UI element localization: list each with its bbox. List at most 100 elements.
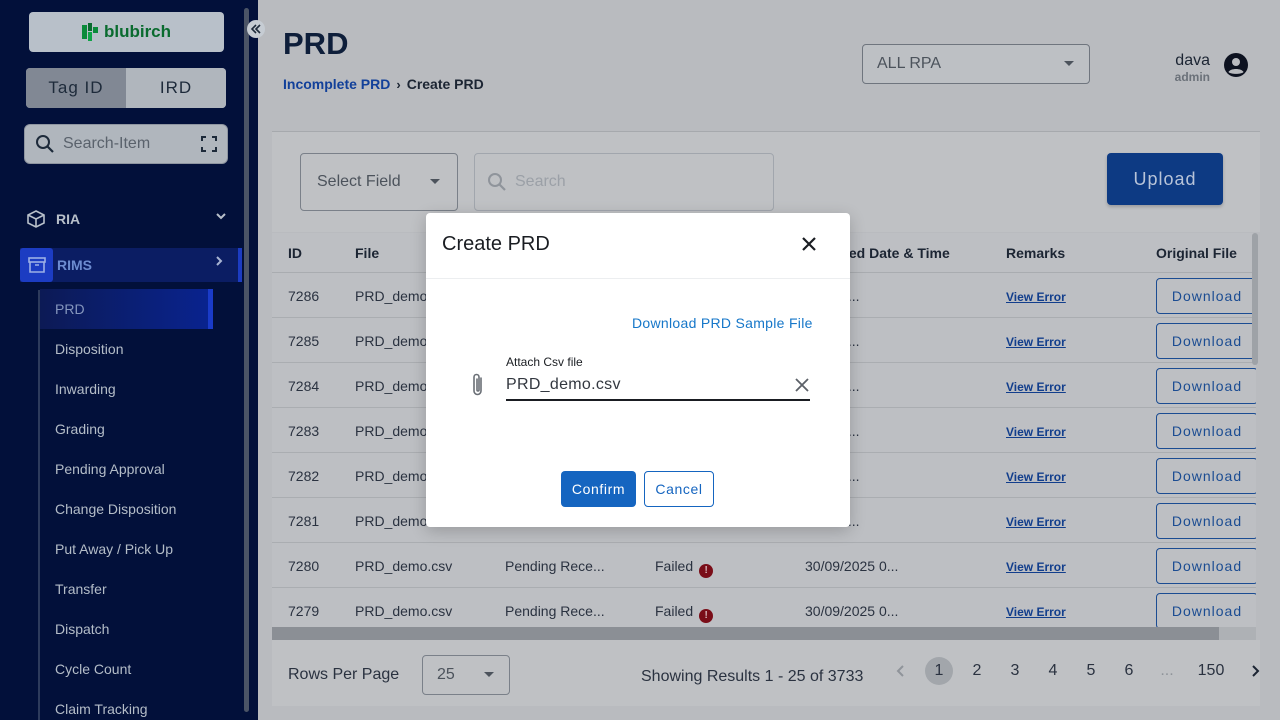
nav-group-rims[interactable]: RIMS	[20, 248, 242, 282]
download-button[interactable]: Download	[1156, 368, 1256, 404]
results-summary: Showing Results 1 - 25 of 3733	[641, 668, 864, 685]
paperclip-icon[interactable]	[468, 371, 488, 399]
prev-page-button[interactable]	[887, 657, 915, 685]
sidebar-item-dispatch[interactable]: Dispatch	[40, 609, 240, 649]
page-ellipsis: ...	[1160, 662, 1174, 679]
sidebar-item-transfer[interactable]: Transfer	[40, 569, 240, 609]
sidebar-scrollbar[interactable]	[244, 8, 249, 712]
sidebar-item-put-away[interactable]: Put Away / Pick Up	[40, 529, 240, 569]
page-button-2[interactable]: 2	[963, 657, 991, 685]
confirm-button[interactable]: Confirm	[561, 471, 636, 507]
page-button-3[interactable]: 3	[1001, 657, 1029, 685]
page-button-5[interactable]: 5	[1077, 657, 1105, 685]
sidebar-item-pending-approval[interactable]: Pending Approval	[40, 449, 240, 489]
view-error-link[interactable]: View Error	[1006, 470, 1066, 484]
download-button[interactable]: Download	[1156, 323, 1256, 359]
download-sample-file-link[interactable]: Download PRD Sample File	[632, 315, 813, 331]
sidebar-item-prd[interactable]: PRD	[40, 289, 213, 329]
caret-down-icon	[430, 179, 440, 184]
cell-id: 7279	[288, 603, 320, 619]
cell-id: 7284	[288, 378, 320, 394]
page-button-6[interactable]: 6	[1115, 657, 1143, 685]
view-error-link[interactable]: View Error	[1006, 380, 1066, 394]
nav-group-ria[interactable]: RIA	[0, 199, 240, 239]
sidebar-item-disposition[interactable]: Disposition	[40, 329, 240, 369]
sidebar-item-cycle-count[interactable]: Cycle Count	[40, 649, 240, 689]
cell-file: PRD_demo.csv	[355, 603, 453, 619]
page-button-1[interactable]: 1	[925, 657, 953, 685]
user-info: dava admin	[1170, 52, 1210, 84]
table-row: 7279 PRD_demo.csv Pending Rece... Failed! 30…	[272, 588, 1256, 627]
error-icon: !	[699, 564, 714, 578]
dialog-title: Create PRD	[442, 233, 550, 255]
upload-button[interactable]: Upload	[1107, 153, 1223, 205]
toggle-ird[interactable]: IRD	[126, 68, 226, 108]
sidebar-item-claim-tracking[interactable]: Claim Tracking	[40, 689, 240, 720]
cell-file: PRD_demo	[355, 513, 428, 529]
pagination-bar: Rows Per Page 25 Showing Results 1 - 25 …	[272, 640, 1260, 706]
account-circle-icon[interactable]	[1224, 53, 1248, 77]
column-header-id[interactable]: ID	[288, 245, 302, 261]
chevron-left-icon	[896, 665, 904, 677]
cell-file: PRD_demo.csv	[355, 558, 453, 574]
table-search-input[interactable]	[515, 173, 755, 191]
cell-file: PRD_demo	[355, 288, 428, 304]
sidebar-item-change-disposition[interactable]: Change Disposition	[40, 489, 240, 529]
scrollbar-thumb[interactable]	[272, 627, 1219, 640]
download-button[interactable]: Download	[1156, 548, 1256, 584]
close-dialog-button[interactable]	[796, 231, 822, 257]
dialog-divider	[426, 278, 850, 279]
scan-icon[interactable]	[201, 136, 217, 152]
view-error-link[interactable]: View Error	[1006, 515, 1066, 529]
rows-per-page-select[interactable]: 25	[422, 655, 510, 695]
subnav-list: PRD Disposition Inwarding Grading Pendin…	[40, 289, 240, 720]
page-button-last[interactable]: 150	[1191, 657, 1231, 685]
sidebar-search	[24, 124, 228, 164]
collapse-sidebar-button[interactable]	[247, 20, 265, 38]
breadcrumb-parent-link[interactable]: Incomplete PRD	[283, 76, 390, 92]
view-error-link[interactable]: View Error	[1006, 560, 1066, 574]
column-header-remarks[interactable]: Remarks	[1006, 245, 1065, 261]
column-header-file[interactable]: File	[355, 245, 379, 261]
view-error-link[interactable]: View Error	[1006, 290, 1066, 304]
breadcrumb: Incomplete PRD › Create PRD	[283, 76, 484, 92]
view-error-link[interactable]: View Error	[1006, 425, 1066, 439]
attach-csv-input[interactable]: PRD_demo.csv	[506, 371, 810, 401]
next-page-button[interactable]	[1241, 657, 1269, 685]
view-error-link[interactable]: View Error	[1006, 605, 1066, 619]
table-vertical-scrollbar[interactable]	[1252, 233, 1258, 365]
sidebar-search-input[interactable]	[63, 135, 183, 153]
page-button-4[interactable]: 4	[1039, 657, 1067, 685]
column-header-original-file[interactable]: Original File	[1156, 245, 1237, 261]
attached-file-name: PRD_demo.csv	[506, 376, 621, 393]
download-button[interactable]: Download	[1156, 278, 1256, 314]
cell-id: 7285	[288, 333, 320, 349]
cell-id: 7280	[288, 558, 320, 574]
view-error-link[interactable]: View Error	[1006, 335, 1066, 349]
cancel-button[interactable]: Cancel	[644, 471, 714, 507]
rpa-select[interactable]: ALL RPA	[862, 44, 1090, 84]
search-icon	[488, 173, 506, 191]
table-horizontal-scrollbar[interactable]	[272, 627, 1256, 640]
sidebar-item-grading[interactable]: Grading	[40, 409, 240, 449]
clear-icon[interactable]	[794, 377, 810, 393]
rows-per-page-value: 25	[437, 666, 455, 683]
column-header-date[interactable]: led Date & Time	[845, 245, 950, 261]
nav-group-label: RIA	[56, 211, 81, 227]
chevron-down-icon	[216, 213, 226, 220]
brand-logo[interactable]: blubirch	[29, 12, 224, 52]
toggle-tag-id[interactable]: Tag ID	[26, 68, 126, 108]
download-button[interactable]: Download	[1156, 458, 1256, 494]
download-button[interactable]: Download	[1156, 593, 1256, 627]
download-button[interactable]: Download	[1156, 413, 1256, 449]
caret-down-icon	[1064, 61, 1074, 66]
table-search	[474, 153, 774, 211]
rows-per-page-label: Rows Per Page	[288, 666, 400, 683]
archive-icon	[27, 257, 46, 273]
search-icon	[36, 135, 54, 153]
sidebar-item-inwarding[interactable]: Inwarding	[40, 369, 240, 409]
sidebar: blubirch Tag ID IRD RIA RIMS	[0, 0, 258, 720]
download-button[interactable]: Download	[1156, 503, 1256, 539]
select-field-dropdown[interactable]: Select Field	[300, 153, 458, 211]
archive-icon-box	[20, 248, 53, 282]
